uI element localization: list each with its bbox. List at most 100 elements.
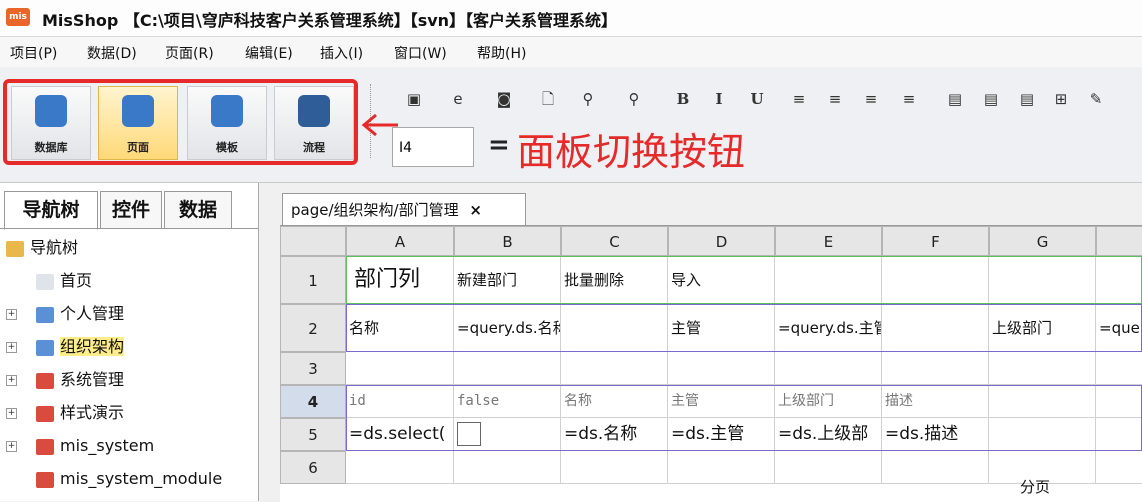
column-header[interactable]: G [989, 226, 1096, 256]
valign-bottom-icon[interactable]: ▤ [1016, 88, 1038, 110]
spreadsheet-grid[interactable]: ABCDEFGH1部门列新建部门批量删除导入2名称=query.ds.名称主管=… [280, 225, 1142, 502]
grid-cell[interactable] [882, 451, 989, 484]
tab-navigation-tree[interactable]: 导航树 [4, 191, 98, 230]
grid-cell[interactable] [882, 352, 989, 385]
grid-corner[interactable] [280, 226, 346, 256]
find-icon[interactable]: ⚲ [577, 88, 599, 110]
grid-cell[interactable] [346, 352, 454, 385]
grid-cell[interactable]: =quer [1096, 304, 1142, 352]
grid-cell[interactable] [882, 256, 989, 304]
align-left-icon[interactable]: ≡ [788, 88, 810, 110]
tree-item[interactable]: mis_system_module [36, 466, 222, 492]
grid-cell[interactable] [346, 451, 454, 484]
grid-cell[interactable]: =ds.上级部 [775, 418, 882, 451]
tree-item[interactable]: 导航树 [6, 235, 78, 261]
tree-expand-icon[interactable]: + [6, 408, 17, 419]
grid-cell[interactable] [561, 352, 668, 385]
row-header[interactable]: 1 [280, 256, 346, 304]
tab-data[interactable]: 数据 [164, 191, 232, 229]
valign-top-icon[interactable]: ▤ [944, 88, 966, 110]
grid-cell[interactable]: 主管 [668, 385, 775, 418]
grid-cell[interactable]: =ds.主管 [668, 418, 775, 451]
grid-cell[interactable] [989, 352, 1096, 385]
grid-cell[interactable]: 上级部门 [775, 385, 882, 418]
grid-cell[interactable] [1096, 256, 1142, 304]
tree-expand-icon[interactable]: + [6, 342, 17, 353]
column-header[interactable]: A [346, 226, 454, 256]
grid-cell[interactable] [775, 256, 882, 304]
grid-cell[interactable] [668, 451, 775, 484]
column-header[interactable]: D [668, 226, 775, 256]
grid-cell[interactable]: =ds.描述 [882, 418, 989, 451]
italic-icon[interactable]: I [708, 88, 730, 110]
grid-cell[interactable]: 上级部门 [989, 304, 1096, 352]
grid-cell[interactable] [1096, 352, 1142, 385]
grid-cell[interactable]: =query.ds.主管 [775, 304, 882, 352]
tree-expand-icon[interactable]: + [6, 375, 17, 386]
tree-item[interactable]: mis_system [36, 433, 154, 459]
grid-cell[interactable]: 部门列 [346, 256, 454, 304]
grid-cell[interactable] [561, 451, 668, 484]
menu-project[interactable]: 项目(P) [10, 43, 57, 63]
panel-splitter[interactable] [259, 183, 275, 501]
grid-cell[interactable] [454, 418, 561, 451]
grid-cell[interactable] [1096, 451, 1142, 484]
row-header[interactable]: 2 [280, 304, 346, 352]
menu-edit[interactable]: 编辑(E) [245, 43, 293, 63]
grid-cell[interactable]: 名称 [346, 304, 454, 352]
menu-insert[interactable]: 插入(I) [320, 43, 363, 63]
tree-item[interactable]: 系统管理 [36, 367, 124, 393]
format-brush-icon[interactable]: ✎ [1085, 88, 1107, 110]
grid-cell[interactable]: 名称 [561, 385, 668, 418]
bold-icon[interactable]: B [672, 88, 694, 110]
grid-cell[interactable] [668, 352, 775, 385]
tree-item[interactable]: 首页 [36, 268, 92, 294]
grid-cell[interactable]: =query.ds.名称 [454, 304, 561, 352]
close-tab-icon[interactable]: × [469, 201, 482, 219]
grid-cell[interactable] [1096, 418, 1142, 451]
tab-controls[interactable]: 控件 [100, 191, 162, 229]
grid-cell[interactable] [882, 304, 989, 352]
grid-cell[interactable] [1096, 385, 1142, 418]
tree-expand-icon[interactable]: + [6, 441, 17, 452]
grid-cell[interactable] [775, 352, 882, 385]
tree-item[interactable]: 样式演示 [36, 400, 124, 426]
grid-cell[interactable] [989, 256, 1096, 304]
tree-item[interactable]: 组织架构 [36, 334, 125, 360]
tree-item[interactable]: 个人管理 [36, 301, 124, 327]
menu-page[interactable]: 页面(R) [165, 43, 214, 63]
column-header[interactable]: B [454, 226, 561, 256]
grid-cell[interactable] [989, 418, 1096, 451]
column-header[interactable]: E [775, 226, 882, 256]
preview-icon[interactable]: ◙ [493, 88, 515, 110]
grid-cell[interactable]: 导入 [668, 256, 775, 304]
ie-icon[interactable]: e [447, 88, 469, 110]
column-header[interactable]: H [1096, 226, 1142, 256]
column-header[interactable]: C [561, 226, 668, 256]
cell-reference-field[interactable]: I4 [392, 127, 474, 167]
grid-cell[interactable]: =ds.select( [346, 418, 454, 451]
print-preview-icon[interactable]: 🗋 [537, 88, 559, 110]
underline-icon[interactable]: U [746, 88, 768, 110]
grid-cell[interactable] [989, 385, 1096, 418]
align-right-icon[interactable]: ≡ [860, 88, 882, 110]
grid-cell[interactable] [454, 352, 561, 385]
grid-cell[interactable]: false [454, 385, 561, 418]
merge-icon[interactable]: ⊞ [1050, 88, 1072, 110]
grid-cell[interactable]: id [346, 385, 454, 418]
binoculars-icon[interactable]: ⚲ [623, 88, 645, 110]
grid-cell[interactable]: 描述 [882, 385, 989, 418]
row-header[interactable]: 3 [280, 352, 346, 385]
tree-expand-icon[interactable]: + [6, 309, 17, 320]
row-header[interactable]: 6 [280, 451, 346, 484]
valign-middle-icon[interactable]: ▤ [980, 88, 1002, 110]
grid-cell[interactable]: 新建部门 [454, 256, 561, 304]
row-header[interactable]: 4 [280, 385, 346, 418]
row-header[interactable]: 5 [280, 418, 346, 451]
grid-cell[interactable]: 主管 [668, 304, 775, 352]
document-tab[interactable]: page/组织架构/部门管理 × [282, 193, 526, 225]
menu-help[interactable]: 帮助(H) [477, 43, 526, 63]
grid-cell[interactable]: =ds.名称 [561, 418, 668, 451]
menu-window[interactable]: 窗口(W) [394, 43, 447, 63]
grid-cell[interactable]: 批量删除 [561, 256, 668, 304]
